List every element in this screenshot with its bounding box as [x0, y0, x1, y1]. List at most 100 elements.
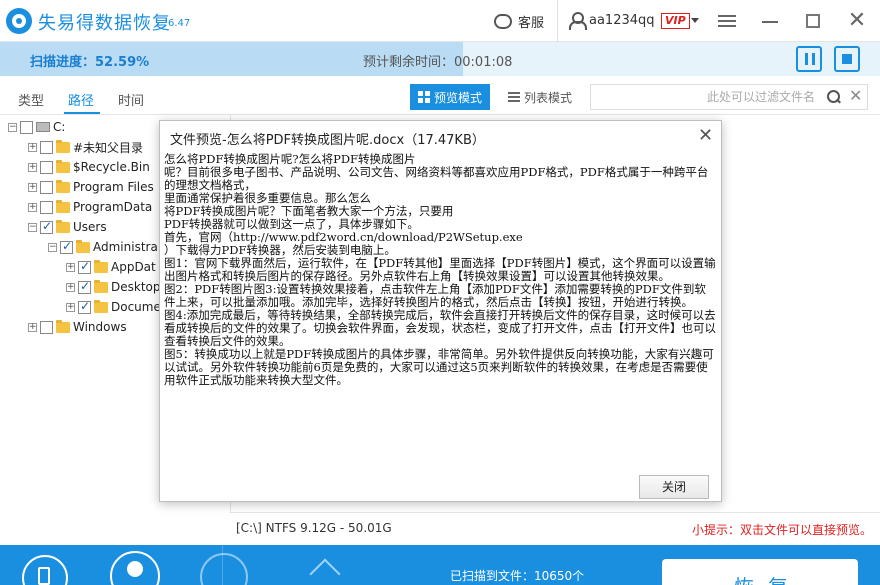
file-preview-dialog: 文件预览-怎么将PDF转换成图片呢.docx（17.47KB） ✕ 怎么将PDF… [159, 120, 722, 502]
dialog-text-line: 图2：PDF转图片图3:设置转换效果接着，点击软件左上角【添加PDF文件】添加需… [164, 282, 706, 309]
search-icon[interactable] [827, 90, 841, 104]
folder-icon [94, 279, 108, 293]
expand-icon[interactable]: + [66, 302, 75, 312]
folder-icon [56, 319, 70, 333]
tree-item-checkbox[interactable] [60, 239, 73, 254]
dialog-close-icon[interactable]: ✕ [698, 125, 713, 146]
dialog-text-line: 图4:添加完成最后，等待转换结果，全部转换完成后，软件会直接打开转换后文件的保存… [164, 308, 716, 348]
collapse-icon[interactable]: − [8, 122, 17, 132]
tree-item-checkbox[interactable] [40, 140, 53, 154]
tree-item-label: $Recycle.Bin [73, 160, 150, 174]
tree-item-checkbox[interactable] [78, 279, 91, 294]
remaining-time-label: 预计剩余时间：00:01:08 [363, 55, 513, 70]
expand-icon[interactable]: + [28, 202, 37, 212]
collapse-icon[interactable]: − [48, 242, 57, 252]
tree-item-label: C: [53, 120, 66, 134]
tree-item-checkbox[interactable] [20, 120, 33, 134]
folder-icon [94, 299, 108, 313]
tree-item-label: Desktop [111, 280, 161, 294]
expand-icon[interactable]: + [66, 262, 75, 272]
app-version: 6.47 [168, 18, 191, 29]
tree-item-label: AppDat [111, 260, 156, 274]
collapse-icon[interactable]: − [28, 222, 37, 232]
grid-icon [417, 91, 430, 103]
tree-item-checkbox[interactable] [40, 160, 53, 174]
list-mode-label: 列表模式 [523, 90, 572, 105]
expand-icon[interactable]: + [28, 322, 37, 332]
tree-item[interactable]: + $Recycle.Bin [28, 157, 150, 177]
chevron-down-icon[interactable] [691, 18, 699, 23]
menu-icon[interactable] [714, 8, 740, 34]
tree-item[interactable]: + ProgramData [28, 197, 152, 217]
phone-icon[interactable] [22, 555, 68, 585]
tree-item-checkbox[interactable] [78, 259, 91, 274]
tab-type[interactable]: 类型 [18, 90, 44, 109]
expand-icon[interactable]: + [66, 282, 75, 292]
tree-item[interactable]: + AppDat [66, 257, 156, 277]
close-icon[interactable]: ✕ [844, 8, 870, 34]
title-bar: 失易得数据恢复 6.47 客服 aa1234qq VIP ✕ [0, 0, 880, 42]
title-divider [557, 0, 558, 42]
bottom-bar: 已扫描到文件：10650个 恢复 [0, 545, 880, 585]
tree-item-checkbox[interactable] [40, 180, 53, 194]
expand-icon[interactable]: + [28, 162, 37, 172]
tree-item[interactable]: − Users [28, 217, 107, 237]
preview-mode-button[interactable]: 预览模式 [410, 84, 490, 110]
folder-icon [94, 259, 108, 273]
tree-item-checkbox[interactable] [40, 200, 53, 214]
tree-item[interactable]: − Administra [48, 237, 158, 257]
tree-item-label: Docume [111, 300, 161, 314]
scan-progress-bar: 扫描进度：52.59% 预计剩余时间：00:01:08 [0, 42, 880, 76]
dialog-text-line: 图1：官网下载界面然后，运行软件，在【PDF转其他】里面选择【PDF转图片】模式… [164, 256, 716, 283]
list-mode-button[interactable]: 列表模式 [500, 84, 580, 110]
drive-icon [36, 122, 50, 132]
status-line: [C:\] NTFS 9.12G - 50.01G 小提示：双击文件可以直接预览… [230, 512, 880, 542]
filter-input[interactable] [595, 88, 815, 106]
expand-icon[interactable]: + [28, 182, 37, 192]
tab-time[interactable]: 时间 [118, 90, 144, 109]
disk-info: [C:\] NTFS 9.12G - 50.01G [236, 521, 392, 535]
tab-path[interactable]: 路径 [68, 90, 94, 109]
pause-button[interactable] [796, 46, 822, 72]
maximize-icon[interactable] [800, 8, 826, 34]
folder-icon [56, 219, 70, 233]
vip-badge[interactable]: VIP [661, 13, 690, 29]
tree-item[interactable]: + Desktop [66, 277, 161, 297]
user-account-button[interactable]: aa1234qq [569, 12, 655, 30]
tree-item-checkbox[interactable] [40, 219, 53, 234]
export-icon[interactable] [200, 553, 248, 585]
tree-item-label: Administra [93, 240, 158, 254]
home-icon[interactable] [312, 563, 340, 585]
list-icon [507, 91, 520, 103]
folder-icon [56, 179, 70, 193]
app-title: 失易得数据恢复 [38, 13, 171, 34]
tree-item-checkbox[interactable] [78, 299, 91, 314]
customer-service-button[interactable]: 客服 [494, 11, 544, 31]
recover-button[interactable]: 恢复 [662, 559, 858, 585]
tree-item[interactable]: − C: [8, 117, 65, 137]
tree-item[interactable]: + Docume [66, 297, 161, 317]
stop-button[interactable] [834, 46, 860, 72]
folder-icon [56, 199, 70, 213]
clear-icon[interactable]: ✕ [849, 86, 862, 105]
minimize-icon[interactable] [757, 8, 783, 34]
tree-item[interactable]: + #未知父目录 [28, 137, 143, 157]
tree-item[interactable]: + Program Files [28, 177, 154, 197]
tree-item[interactable]: + Windows [28, 317, 127, 337]
tree-item-checkbox[interactable] [40, 320, 53, 334]
expand-icon[interactable]: + [28, 142, 37, 152]
tree-item-label: ProgramData [73, 200, 153, 214]
dialog-title: 文件预览-怎么将PDF转换成图片呢.docx（17.47KB） [170, 133, 485, 148]
tree-item-label: #未知父目录 [73, 140, 144, 155]
avatar-icon[interactable] [110, 551, 160, 585]
dialog-text-body: 怎么将PDF转换成图片呢?怎么将PDF转换成图片 呢？目前很多电子图书、产品说明、… [164, 153, 717, 463]
filter-box: ✕ [590, 84, 868, 110]
folder-icon [56, 139, 70, 153]
view-tabs: 类型 路径 时间 [0, 80, 230, 114]
close-button[interactable]: 关闭 [639, 475, 709, 499]
scanned-count: 已扫描到文件：10650个 [450, 569, 585, 583]
tree-item-label: Users [73, 220, 107, 234]
user-icon [569, 12, 587, 30]
username: aa1234qq [589, 12, 655, 28]
chat-icon [494, 11, 512, 29]
